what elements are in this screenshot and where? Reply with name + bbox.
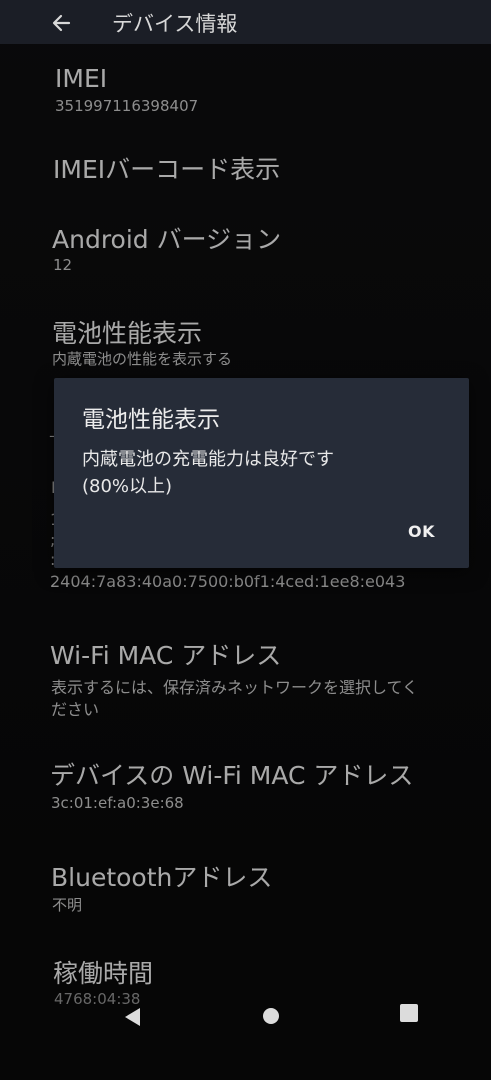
page-title: デバイス情報 [112, 12, 238, 36]
dialog-message-line1: 内蔵電池の充電能力は良好です [82, 449, 334, 470]
dialog-title: 電池性能表示 [82, 407, 220, 433]
triangle-back-icon[interactable] [122, 1006, 142, 1028]
battery-dialog: 電池性能表示 内蔵電池の充電能力は良好です (80%以上) OK [54, 378, 469, 568]
dialog-message: 内蔵電池の充電能力は良好です (80%以上) [82, 446, 442, 500]
screen: デバイス情報 IMEI 351997116398407 IMEIバーコード表示 … [0, 0, 491, 1080]
circle-home-icon[interactable] [263, 1008, 279, 1024]
square-recents-icon[interactable] [400, 1004, 418, 1022]
back-button[interactable] [44, 6, 78, 40]
app-bar: デバイス情報 [0, 0, 491, 44]
arrow-left-icon [52, 14, 71, 32]
dialog-message-line2: (80%以上) [82, 476, 173, 497]
ok-button[interactable]: OK [408, 522, 435, 541]
